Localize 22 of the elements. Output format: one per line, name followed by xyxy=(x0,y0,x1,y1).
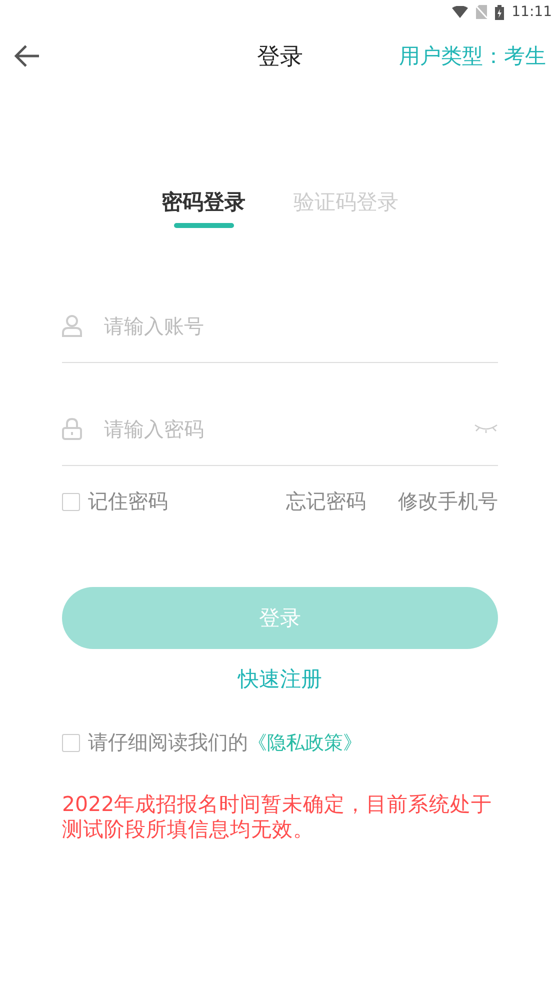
user-icon xyxy=(62,315,82,337)
privacy-checkbox[interactable] xyxy=(62,734,80,752)
battery-icon xyxy=(494,4,504,20)
privacy-text: 请仔细阅读我们的 xyxy=(88,729,248,756)
notice-text: 2022年成招报名时间暂未确定，目前系统处于测试阶段所填信息均无效。 xyxy=(62,792,494,842)
login-tab[interactable]: 密码登录 xyxy=(162,188,246,228)
remember-checkbox[interactable] xyxy=(62,492,80,510)
no-sim-icon xyxy=(476,5,487,19)
status-time: 11:11 xyxy=(512,4,552,20)
user-type-link[interactable]: 用户类型：考生 xyxy=(399,42,546,70)
account-link[interactable]: 修改手机号 xyxy=(398,488,498,515)
page-title: 登录 xyxy=(256,42,304,72)
back-arrow-icon[interactable] xyxy=(14,44,40,68)
privacy-policy-link[interactable]: 《隐私政策》 xyxy=(248,730,362,756)
account-link[interactable]: 忘记密码 xyxy=(286,488,366,515)
remember-label: 记住密码 xyxy=(88,488,168,515)
wifi-icon xyxy=(452,6,468,18)
closed-eye-icon[interactable] xyxy=(474,423,498,435)
lock-icon xyxy=(62,418,82,440)
register-link[interactable]: 快速注册 xyxy=(238,667,322,691)
input-field[interactable]: 请输入账号 xyxy=(102,313,498,339)
input-field[interactable]: 请输入密码 xyxy=(102,416,454,442)
